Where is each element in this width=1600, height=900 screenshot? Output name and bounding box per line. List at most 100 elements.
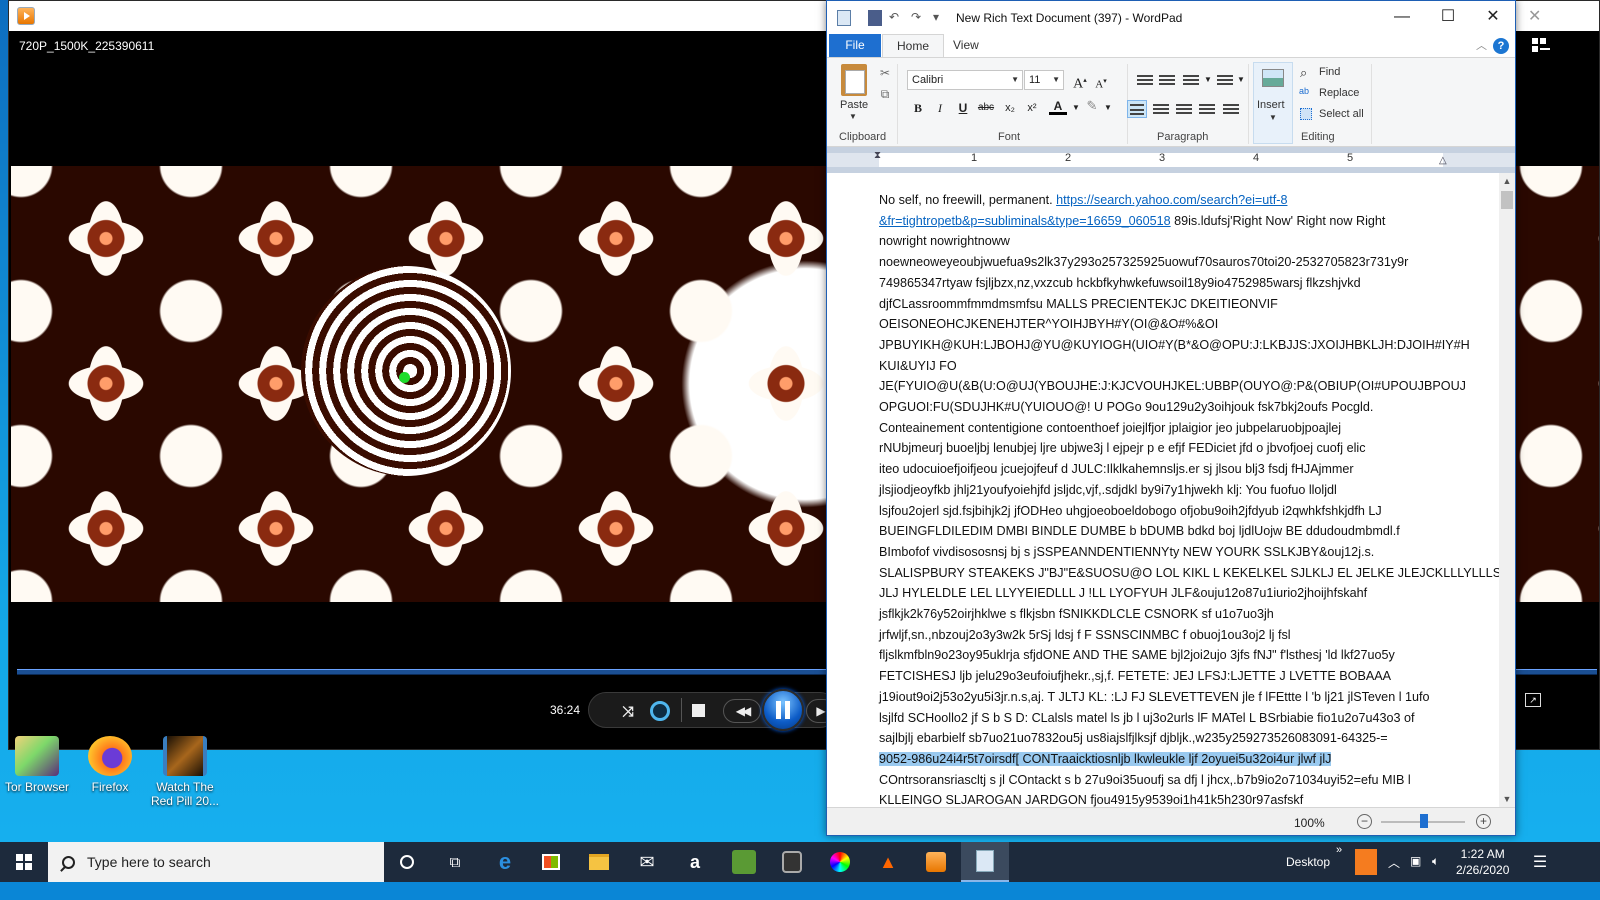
customize-toolbar-icon[interactable]: ▾ [933, 10, 939, 26]
underline-icon[interactable]: U [954, 99, 972, 117]
desktop-toolbar-label[interactable]: Desktop [1286, 855, 1330, 869]
replace-button[interactable]: Replace [1319, 87, 1359, 99]
show-hidden-icons-icon[interactable]: ︿ [1388, 854, 1400, 871]
scroll-down-icon[interactable]: ▼ [1499, 791, 1515, 807]
right-indent-marker[interactable]: △ [1439, 155, 1447, 166]
document-area[interactable]: No self, no freewill, permanent. https:/… [827, 173, 1501, 807]
align-left-icon[interactable] [1127, 100, 1147, 118]
camera-app-icon[interactable] [776, 846, 808, 878]
media-player-close-button[interactable]: ✕ [1528, 6, 1541, 26]
paste-icon[interactable] [841, 64, 867, 96]
network-icon[interactable]: ▣ [1410, 854, 1421, 868]
save-icon[interactable] [868, 10, 882, 26]
copy-icon[interactable]: ⧉ [876, 85, 894, 103]
tray-app-icon[interactable] [1352, 846, 1380, 878]
desktop-icon-video-file[interactable]: Watch The Red Pill 20... [149, 736, 221, 808]
bold-icon[interactable]: B [909, 99, 927, 117]
taskbar-search-box[interactable]: Type here to search [48, 842, 384, 882]
store-icon[interactable] [535, 846, 567, 878]
collapse-ribbon-icon[interactable]: ︿ [1476, 37, 1487, 53]
desktop-icon-firefox[interactable]: Firefox [74, 736, 146, 794]
hyperlink[interactable]: &fr=tightropetb&p=subliminals&type=16659… [879, 214, 1171, 228]
desktop-icon-tor-browser[interactable]: Tor Browser [1, 736, 73, 794]
hyperlink[interactable]: https://search.yahoo.com/search?ei=utf-8 [1056, 193, 1287, 207]
superscript-icon[interactable]: x² [1023, 99, 1041, 117]
strikethrough-icon[interactable]: abc [977, 99, 995, 117]
volume-icon[interactable]: 🔈︎ [1432, 854, 1439, 869]
scroll-thumb[interactable] [1501, 191, 1513, 209]
ruler[interactable]: 1 2 3 4 5 ⧗ △ [827, 147, 1515, 173]
vertical-scrollbar[interactable]: ▲ ▼ [1499, 173, 1515, 807]
cut-icon[interactable]: ✂ [876, 64, 894, 82]
minimize-button[interactable]: — [1379, 1, 1425, 33]
clock[interactable]: 1:22 AM 2/26/2020 [1456, 846, 1509, 878]
media-player-taskbar-icon[interactable] [920, 846, 952, 878]
zoom-out-button[interactable]: − [1357, 814, 1372, 829]
line-text: FETCISHESJ ljb jelu29o3eufoiufjhekr.,sj,… [879, 669, 1392, 684]
bullets-dropdown-icon[interactable]: ▼ [1199, 71, 1217, 89]
text-color-icon[interactable]: A [1049, 97, 1067, 115]
vlc-icon[interactable]: ▲ [872, 846, 904, 878]
repeat-icon[interactable] [650, 701, 670, 721]
mail-icon[interactable]: ✉ [631, 846, 663, 878]
task-view-icon[interactable]: ⧉ [439, 846, 471, 878]
stop-icon[interactable] [692, 704, 705, 717]
document-line: rNUbjmeurj buoeljbj lenubjej ljre ubjwe3… [879, 438, 1445, 459]
action-center-icon[interactable]: ☰ [1524, 846, 1556, 878]
first-line-indent-marker[interactable]: ⧗ [874, 150, 881, 161]
switch-to-miniplayer-icon[interactable]: ↗ [1525, 693, 1541, 707]
insert-button[interactable]: Insert ▼ [1253, 62, 1293, 144]
amazon-icon[interactable]: a [679, 846, 711, 878]
close-button[interactable]: ✕ [1470, 1, 1516, 33]
find-button[interactable]: Find [1319, 66, 1340, 78]
previous-icon[interactable]: ◀◀ [723, 699, 761, 723]
select-all-button[interactable]: Select all [1319, 108, 1364, 120]
maximize-button[interactable]: ☐ [1425, 1, 1471, 33]
grow-font-icon[interactable]: A▴ [1071, 71, 1089, 92]
shuffle-icon[interactable]: ⤨ [617, 703, 639, 719]
shrink-font-icon[interactable]: A▾ [1092, 72, 1110, 91]
switch-to-library-icon[interactable] [1532, 38, 1552, 56]
media-player-icon [17, 7, 35, 25]
tab-view[interactable]: View [939, 34, 993, 58]
document-line: iteo udocuioefjoifjeou jcuejojfeuf d JUL… [879, 459, 1445, 480]
highlight-dropdown-icon[interactable]: ▼ [1099, 99, 1117, 117]
line-spacing-icon[interactable] [1217, 73, 1233, 87]
redo-icon[interactable]: ↷ [911, 10, 921, 26]
paste-dropdown-icon[interactable]: ▼ [849, 112, 857, 121]
decrease-indent-icon[interactable] [1137, 73, 1153, 87]
color-app-icon[interactable] [824, 846, 856, 878]
tab-home[interactable]: Home [882, 34, 945, 58]
zoom-in-button[interactable]: + [1476, 814, 1491, 829]
font-size-select[interactable]: 11 ▼ [1024, 70, 1064, 90]
wordpad-taskbar-icon[interactable] [961, 842, 1009, 882]
undo-icon[interactable]: ↶ [889, 10, 899, 26]
tripadvisor-icon[interactable] [728, 846, 760, 878]
align-center-icon[interactable] [1153, 102, 1169, 116]
line-text: iteo udocuioefjoifjeou jcuejojfeuf d JUL… [879, 462, 1354, 477]
paragraph-icon[interactable] [1223, 102, 1239, 116]
justify-icon[interactable] [1199, 102, 1215, 116]
tab-file[interactable]: File [829, 34, 881, 58]
toolbar-chevron-icon[interactable]: » [1336, 844, 1342, 856]
document-text[interactable]: No self, no freewill, permanent. https:/… [879, 190, 1501, 807]
pause-icon[interactable] [762, 689, 804, 731]
scroll-up-icon[interactable]: ▲ [1499, 173, 1515, 189]
video-spiral [301, 266, 511, 476]
file-explorer-icon[interactable] [583, 846, 615, 878]
search-placeholder: Type here to search [87, 854, 211, 870]
increase-indent-icon[interactable] [1159, 73, 1175, 87]
start-button[interactable] [0, 842, 48, 882]
edge-icon[interactable]: e [489, 846, 521, 878]
help-icon[interactable]: ? [1493, 38, 1509, 54]
wordpad-titlebar: ↶ ↷ ▾ New Rich Text Document (397) - Wor… [827, 1, 1515, 35]
italic-icon[interactable]: I [931, 99, 949, 117]
paste-button[interactable]: Paste [840, 99, 868, 111]
subscript-icon[interactable]: x₂ [1001, 99, 1019, 117]
align-right-icon[interactable] [1176, 102, 1192, 116]
font-family-select[interactable]: Calibri ▼ [907, 70, 1023, 90]
document-line: fljslkmfbln9o23oy95uklrja sfjdONE AND TH… [879, 645, 1445, 666]
cortana-icon[interactable] [391, 846, 423, 878]
zoom-slider-thumb[interactable] [1420, 814, 1428, 828]
bullets-icon[interactable] [1183, 73, 1199, 87]
